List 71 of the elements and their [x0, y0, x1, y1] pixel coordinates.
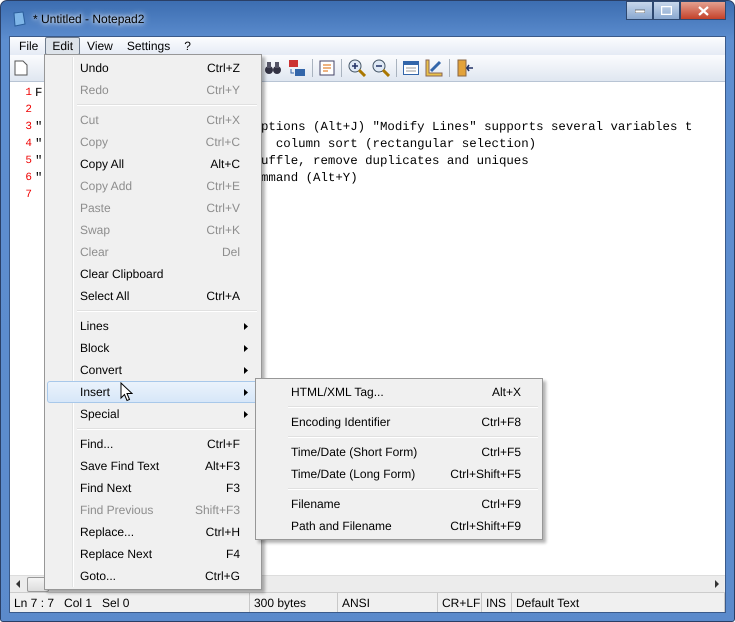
line-number: 6 — [24, 172, 33, 184]
submenu-arrow-icon — [244, 388, 248, 396]
status-field: ANSI — [338, 593, 438, 612]
zoom-in-icon[interactable] — [348, 59, 366, 77]
zoom-out-icon[interactable] — [372, 59, 390, 77]
exit-icon[interactable] — [456, 59, 474, 77]
maximize-button[interactable] — [653, 1, 680, 20]
submenu-item[interactable]: Lines — [47, 315, 259, 337]
line-number: 4 — [24, 138, 33, 150]
menu-item[interactable]: Clear Clipboard — [47, 263, 259, 285]
minimize-button[interactable] — [626, 1, 653, 20]
wrap-icon[interactable] — [319, 60, 335, 76]
menu-item[interactable]: Time/Date (Short Form) Ctrl+F5 — [258, 441, 540, 463]
submenu-item[interactable]: Special — [47, 403, 259, 425]
status-field: INS — [482, 593, 512, 612]
menu-item[interactable]: Save Find Text Alt+F3 — [47, 455, 259, 477]
status-field: 300 bytes — [250, 593, 338, 612]
new-document-icon[interactable] — [14, 60, 28, 76]
submenu-item[interactable]: Block — [47, 337, 259, 359]
window-title: * Untitled - Notepad2 — [33, 12, 144, 26]
menu-item[interactable]: Path and Filename Ctrl+Shift+F9 — [258, 515, 540, 537]
submenu-item[interactable]: Convert — [47, 359, 259, 381]
menu-item[interactable]: Time/Date (Long Form) Ctrl+Shift+F5 — [258, 463, 540, 485]
menu-item[interactable]: Copy All Alt+C — [47, 153, 259, 175]
line-number: 7 — [24, 188, 33, 200]
status-field: Default Text — [512, 593, 725, 612]
submenu-arrow-icon — [244, 366, 248, 374]
minimize-icon — [634, 8, 644, 12]
code-text: " — [35, 170, 42, 184]
menu-item[interactable]: Edit — [45, 37, 80, 55]
menu-item[interactable]: Replace... Ctrl+H — [47, 521, 259, 543]
ruler-pencil-icon[interactable] — [425, 59, 443, 77]
code-text: F — [35, 86, 42, 100]
close-button[interactable] — [680, 1, 726, 20]
menu-item[interactable]: Filename Ctrl+F9 — [258, 493, 540, 515]
line-number: 1 — [24, 86, 33, 98]
code-text: column sort (rectangular selection) — [274, 136, 536, 150]
code-text: " — [35, 136, 42, 150]
line-number: 5 — [24, 154, 33, 166]
close-icon — [698, 6, 708, 16]
code-text: " — [35, 120, 42, 134]
submenu-arrow-icon — [244, 410, 248, 418]
code-text: mmand (Alt+Y) — [261, 170, 358, 184]
submenu-arrow-icon — [244, 344, 248, 352]
menu-item[interactable]: View — [80, 37, 120, 55]
menu-item[interactable]: ? — [177, 37, 198, 55]
menu-item[interactable]: Replace Next F4 — [47, 543, 259, 565]
replace-icon[interactable] — [288, 59, 306, 77]
status-field: Ln 7 : 7 Col 1 Sel 0 — [10, 593, 250, 612]
line-number: 3 — [24, 120, 33, 132]
code-text: uffle, remove duplicates and uniques — [261, 154, 529, 168]
maximize-icon — [661, 6, 672, 15]
menu-item[interactable]: Find Next F3 — [47, 477, 259, 499]
binoculars-icon[interactable] — [264, 60, 282, 76]
menu-item[interactable]: File — [12, 37, 46, 55]
menu-item[interactable]: HTML/XML Tag... Alt+X — [258, 381, 540, 403]
scroll-right-icon[interactable] — [714, 580, 720, 588]
menu-item[interactable]: Encoding Identifier Ctrl+F8 — [258, 411, 540, 433]
notepad-icon — [11, 10, 27, 26]
submenu-arrow-icon — [244, 322, 248, 330]
status-field: CR+LF — [438, 593, 482, 612]
line-number: 2 — [24, 104, 33, 116]
menu-item[interactable]: Select All Ctrl+A — [47, 285, 259, 307]
window-icon[interactable] — [403, 61, 419, 75]
mouse-cursor-icon — [120, 382, 133, 402]
code-text: " — [35, 154, 42, 168]
menu-item[interactable]: Find... Ctrl+F — [47, 433, 259, 455]
menu-item[interactable]: Goto... Ctrl+G — [47, 565, 259, 587]
menu-item[interactable]: Settings — [120, 37, 178, 55]
scroll-left-icon[interactable] — [15, 580, 21, 588]
code-text: ptions (Alt+J) "Modify Lines" supports several variables t — [261, 120, 692, 134]
